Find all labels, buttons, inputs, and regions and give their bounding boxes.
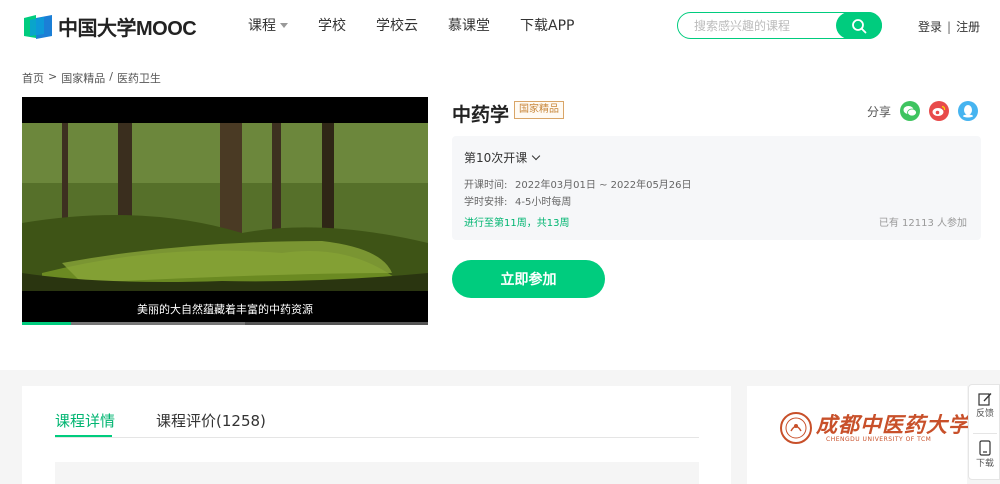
search-button[interactable] <box>836 12 882 39</box>
nav-label: 学校 <box>318 18 346 34</box>
auth-separator: | <box>947 19 952 34</box>
main-nav: 课程 学校 学校云 慕课堂 下载APP <box>248 15 604 35</box>
schedule-label: 学时安排: <box>464 197 508 208</box>
weibo-icon[interactable] <box>929 101 950 121</box>
enroll-count: 已有 12113 人参加 <box>878 218 967 229</box>
school-logo[interactable]: 成都中医药大学 CHENGDU UNIVERSITY OF TCM <box>780 412 970 444</box>
nav-label: 学校云 <box>376 18 418 34</box>
open-time-value: 2022年03月01日 ~ 2022年05月26日 <box>515 180 692 191</box>
search-box <box>677 12 882 39</box>
open-time-label: 开课时间: <box>464 180 508 191</box>
qq-icon[interactable] <box>958 101 979 121</box>
download-label: 下载 <box>975 459 994 469</box>
logo-text: 中国大学MOOC <box>58 18 197 40</box>
breadcrumb-arrow: > <box>48 70 58 83</box>
search-input[interactable] <box>694 18 834 34</box>
open-time-row: 开课时间: 2022年03月01日 ~ 2022年05月26日 <box>464 176 692 191</box>
tab-course-details[interactable]: 课程详情 <box>55 410 115 431</box>
login-link[interactable]: 登录 <box>918 18 942 35</box>
term-selector[interactable]: 第10次开课 <box>464 149 541 166</box>
video-player[interactable]: 美丽的大自然蕴藏着丰富的中药资源 <box>22 97 428 325</box>
download-button[interactable]: 下载 <box>969 440 1000 469</box>
schedule-value: 4-5小时每周 <box>515 197 572 208</box>
video-progress-bar[interactable] <box>22 322 428 325</box>
school-name: 成都中医药大学 CHENGDU UNIVERSITY OF TCM <box>816 411 970 443</box>
edit-icon <box>978 393 992 406</box>
nav-item-mooc-class[interactable]: 慕课堂 <box>448 15 490 35</box>
tab-divider <box>55 437 699 438</box>
term-label: 第10次开课 <box>464 151 528 165</box>
chevron-down-icon <box>532 151 541 160</box>
tab-course-reviews[interactable]: 课程评价(1258) <box>156 410 266 431</box>
wechat-icon[interactable] <box>900 101 921 121</box>
nav-item-schools[interactable]: 学校 <box>318 15 346 35</box>
site-logo[interactable]: 中国大学MOOC <box>22 12 197 41</box>
nav-item-courses[interactable]: 课程 <box>248 15 288 35</box>
feedback-label: 反馈 <box>975 409 994 419</box>
schedule-row: 学时安排: 4-5小时每周 <box>464 193 571 208</box>
floating-sidebar: 反馈 下载 <box>968 384 1000 480</box>
search-icon <box>852 18 867 33</box>
top-header: 中国大学MOOC 课程 学校 学校云 慕课堂 下载APP 登录 | <box>0 0 1000 50</box>
breadcrumb-slash: / <box>109 70 113 83</box>
nav-item-download-app[interactable]: 下载APP <box>520 15 574 35</box>
feedback-button[interactable]: 反馈 <box>969 392 1000 419</box>
video-played-bar <box>22 322 71 325</box>
phone-icon <box>979 440 991 456</box>
share-bar: 分享 <box>867 101 979 121</box>
nav-label: 下载APP <box>520 18 575 34</box>
video-frame-forest <box>22 123 428 291</box>
nav-label: 慕课堂 <box>448 18 490 34</box>
mooc-logo-icon <box>22 14 54 40</box>
school-name-en: CHENGDU UNIVERSITY OF TCM <box>826 435 932 443</box>
auth-links: 登录 | 注册 <box>918 18 980 35</box>
detail-content-area <box>55 462 699 484</box>
national-quality-badge: 国家精品 <box>514 101 564 119</box>
active-tab-indicator <box>55 435 112 437</box>
sidebar-divider <box>973 433 997 434</box>
breadcrumb: 首页 > 国家精品 / 医药卫生 <box>22 70 165 86</box>
course-progress-text: 进行至第11周，共13周 <box>464 218 570 229</box>
school-seal-icon <box>780 412 812 444</box>
breadcrumb-sub[interactable]: 医药卫生 <box>117 70 161 86</box>
course-title: 中药学 <box>452 104 510 126</box>
register-link[interactable]: 注册 <box>956 18 980 35</box>
share-label: 分享 <box>867 104 892 119</box>
nav-label: 课程 <box>248 18 276 34</box>
caret-down-icon <box>280 22 288 28</box>
video-subtitle: 美丽的大自然蕴藏着丰富的中药资源 <box>137 303 313 316</box>
nav-item-school-cloud[interactable]: 学校云 <box>376 15 418 35</box>
join-course-button[interactable]: 立即参加 <box>452 260 605 298</box>
school-name-cn: 成都中医药大学 <box>816 411 970 437</box>
course-info-box: 第10次开课 开课时间: 2022年03月01日 ~ 2022年05月26日 学… <box>452 136 981 240</box>
breadcrumb-home[interactable]: 首页 <box>22 70 44 86</box>
breadcrumb-category[interactable]: 国家精品 <box>61 70 105 86</box>
